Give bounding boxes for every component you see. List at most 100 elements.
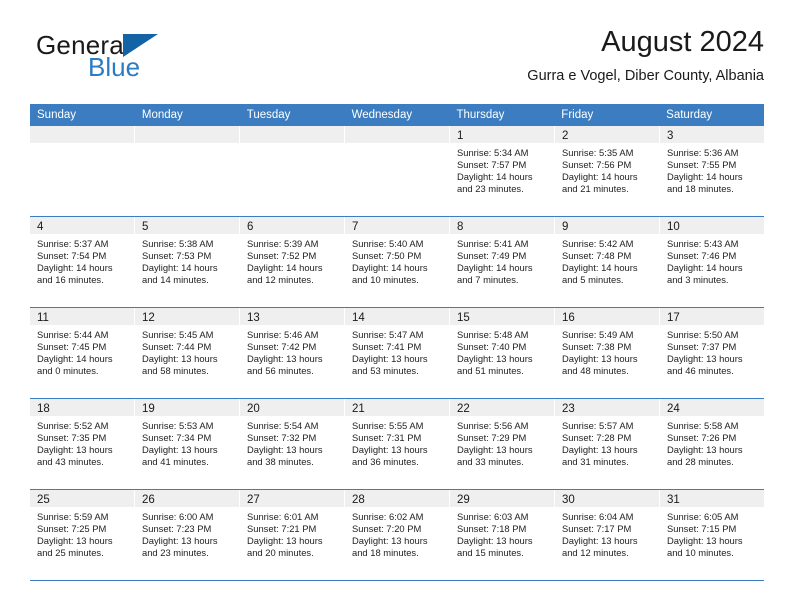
daylight-text-line2: and 3 minutes. [667, 274, 729, 286]
calendar-day-cell[interactable]: 7 Sunrise: 5:40 AM Sunset: 7:50 PM Daylight… [345, 217, 450, 307]
calendar-day-cell[interactable]: 20 Sunrise: 5:54 AM Sunset: 7:32 PM Dayligh… [240, 399, 345, 489]
calendar-day-cell[interactable]: 29 Sunrise: 6:03 AM Sunset: 7:18 PM Dayligh… [450, 490, 555, 580]
daylight-text-line1: Daylight: 13 hours [247, 535, 323, 547]
daylight-text-line1: Daylight: 14 hours [457, 171, 533, 183]
calendar-week-row: 1 Sunrise: 5:34 AM Sunset: 7:57 PM Daylight… [30, 126, 764, 216]
sunrise-text: Sunrise: 5:46 AM [247, 329, 319, 340]
daylight-text-line2: and 41 minutes. [142, 456, 209, 468]
sunset-text: Sunset: 7:38 PM [562, 341, 632, 353]
calendar-day-cell[interactable]: 30 Sunrise: 6:04 AM Sunset: 7:17 PM Dayligh… [555, 490, 660, 580]
daylight-text-line2: and 56 minutes. [247, 365, 314, 377]
calendar-day-cell[interactable]: 31 Sunrise: 6:05 AM Sunset: 7:15 PM Dayligh… [660, 490, 764, 580]
day-number: 26 [142, 494, 155, 506]
sunrise-text: Sunrise: 6:02 AM [352, 511, 424, 522]
daylight-text-line1: Daylight: 13 hours [667, 535, 743, 547]
day-sun-info: Sunrise: 5:45 AM Sunset: 7:44 PM Daylight:… [135, 326, 239, 377]
general-blue-logo[interactable]: General Blue [30, 28, 220, 90]
day-sun-info: Sunrise: 5:37 AM Sunset: 7:54 PM Daylight:… [30, 235, 134, 286]
sunrise-text: Sunrise: 5:50 AM [667, 329, 739, 340]
sunset-text: Sunset: 7:18 PM [457, 523, 527, 535]
day-number: 27 [247, 494, 260, 506]
daylight-text-line2: and 23 minutes. [142, 547, 209, 559]
sunrise-text: Sunrise: 6:00 AM [142, 511, 214, 522]
sunrise-text: Sunrise: 5:34 AM [457, 147, 529, 158]
daylight-text-line2: and 12 minutes. [247, 274, 314, 286]
sunset-text: Sunset: 7:17 PM [562, 523, 632, 535]
calendar-day-cell[interactable]: 9 Sunrise: 5:42 AM Sunset: 7:48 PM Daylight… [555, 217, 660, 307]
calendar-day-cell[interactable]: 26 Sunrise: 6:00 AM Sunset: 7:23 PM Dayligh… [135, 490, 240, 580]
calendar-day-cell[interactable]: 2 Sunrise: 5:35 AM Sunset: 7:56 PM Daylight… [555, 126, 660, 216]
day-sun-info: Sunrise: 5:35 AM Sunset: 7:56 PM Daylight:… [555, 144, 659, 195]
day-sun-info: Sunrise: 5:43 AM Sunset: 7:46 PM Daylight:… [660, 235, 764, 286]
calendar-day-cell[interactable]: 3 Sunrise: 5:36 AM Sunset: 7:55 PM Daylight… [660, 126, 764, 216]
calendar-day-cell[interactable]: 22 Sunrise: 5:56 AM Sunset: 7:29 PM Dayligh… [450, 399, 555, 489]
day-number-band: 19 [135, 399, 239, 417]
sunset-text: Sunset: 7:56 PM [562, 159, 632, 171]
calendar-day-cell[interactable]: 19 Sunrise: 5:53 AM Sunset: 7:34 PM Dayligh… [135, 399, 240, 489]
sunrise-text: Sunrise: 6:05 AM [667, 511, 739, 522]
calendar-day-cell[interactable]: 8 Sunrise: 5:41 AM Sunset: 7:49 PM Daylight… [450, 217, 555, 307]
calendar-day-cell[interactable]: 25 Sunrise: 5:59 AM Sunset: 7:25 PM Dayligh… [30, 490, 135, 580]
sunrise-text: Sunrise: 5:43 AM [667, 238, 739, 249]
sunrise-text: Sunrise: 5:47 AM [352, 329, 424, 340]
day-sun-info: Sunrise: 5:49 AM Sunset: 7:38 PM Daylight:… [555, 326, 659, 377]
calendar-day-cell[interactable]: 24 Sunrise: 5:58 AM Sunset: 7:26 PM Dayligh… [660, 399, 764, 489]
day-number-band: 17 [660, 308, 764, 326]
day-number: 12 [142, 312, 155, 324]
calendar-day-cell[interactable]: 16 Sunrise: 5:49 AM Sunset: 7:38 PM Dayligh… [555, 308, 660, 398]
calendar-day-cell[interactable]: 13 Sunrise: 5:46 AM Sunset: 7:42 PM Dayligh… [240, 308, 345, 398]
day-sun-info: Sunrise: 5:46 AM Sunset: 7:42 PM Daylight:… [240, 326, 344, 377]
day-number-band: 3 [660, 126, 764, 144]
day-number-band: 16 [555, 308, 659, 326]
day-number: 25 [37, 494, 50, 506]
calendar-day-cell[interactable]: 23 Sunrise: 5:57 AM Sunset: 7:28 PM Dayligh… [555, 399, 660, 489]
day-number-band: 29 [450, 490, 554, 508]
calendar-day-cell[interactable]: 17 Sunrise: 5:50 AM Sunset: 7:37 PM Dayligh… [660, 308, 764, 398]
page-title: August 2024 [601, 26, 764, 58]
calendar-day-cell[interactable]: 21 Sunrise: 5:55 AM Sunset: 7:31 PM Dayligh… [345, 399, 450, 489]
day-number: 11 [37, 312, 49, 324]
day-number: 21 [352, 403, 365, 415]
calendar-day-cell[interactable]: 10 Sunrise: 5:43 AM Sunset: 7:46 PM Dayligh… [660, 217, 764, 307]
sunset-text: Sunset: 7:57 PM [457, 159, 527, 171]
sunset-text: Sunset: 7:53 PM [142, 250, 212, 262]
sunset-text: Sunset: 7:41 PM [352, 341, 422, 353]
calendar-day-cell[interactable]: 1 Sunrise: 5:34 AM Sunset: 7:57 PM Daylight… [450, 126, 555, 216]
day-number: 5 [142, 221, 149, 233]
day-number-band: 23 [555, 399, 659, 417]
calendar-day-cell[interactable]: 14 Sunrise: 5:47 AM Sunset: 7:41 PM Dayligh… [345, 308, 450, 398]
day-number: 23 [562, 403, 575, 415]
sunrise-text: Sunrise: 5:41 AM [457, 238, 529, 249]
calendar-day-cell[interactable]: 27 Sunrise: 6:01 AM Sunset: 7:21 PM Dayligh… [240, 490, 345, 580]
daylight-text-line1: Daylight: 13 hours [37, 535, 113, 547]
day-number-band: 15 [450, 308, 554, 326]
calendar-day-cell[interactable]: 4 Sunrise: 5:37 AM Sunset: 7:54 PM Daylight… [30, 217, 135, 307]
sunset-text: Sunset: 7:40 PM [457, 341, 527, 353]
day-number-band: 6 [240, 217, 344, 235]
calendar-day-cell[interactable]: 6 Sunrise: 5:39 AM Sunset: 7:52 PM Daylight… [240, 217, 345, 307]
daylight-text-line2: and 15 minutes. [457, 547, 524, 559]
calendar-day-cell[interactable]: 12 Sunrise: 5:45 AM Sunset: 7:44 PM Dayligh… [135, 308, 240, 398]
daylight-text-line1: Daylight: 13 hours [562, 353, 638, 365]
daylight-text-line1: Daylight: 14 hours [37, 353, 113, 365]
calendar-day-cell[interactable]: 5 Sunrise: 5:38 AM Sunset: 7:53 PM Daylight… [135, 217, 240, 307]
calendar-day-cell[interactable]: 18 Sunrise: 5:52 AM Sunset: 7:35 PM Dayligh… [30, 399, 135, 489]
sunrise-text: Sunrise: 5:45 AM [142, 329, 214, 340]
sunrise-text: Sunrise: 5:48 AM [457, 329, 529, 340]
calendar-day-cell[interactable]: 11 Sunrise: 5:44 AM Sunset: 7:45 PM Dayligh… [30, 308, 135, 398]
sunrise-text: Sunrise: 5:37 AM [37, 238, 109, 249]
sunset-text: Sunset: 7:55 PM [667, 159, 737, 171]
sunset-text: Sunset: 7:20 PM [352, 523, 422, 535]
sunrise-text: Sunrise: 5:56 AM [457, 420, 529, 431]
day-number-band: 2 [555, 126, 659, 144]
calendar-day-cell[interactable]: 15 Sunrise: 5:48 AM Sunset: 7:40 PM Dayligh… [450, 308, 555, 398]
daylight-text-line1: Daylight: 13 hours [142, 353, 218, 365]
daylight-text-line1: Daylight: 14 hours [352, 262, 428, 274]
day-sun-info: Sunrise: 5:59 AM Sunset: 7:25 PM Daylight:… [30, 508, 134, 559]
day-number: 24 [667, 403, 680, 415]
calendar-day-cell[interactable]: 28 Sunrise: 6:02 AM Sunset: 7:20 PM Dayligh… [345, 490, 450, 580]
logo-text-blue: Blue [88, 52, 141, 82]
day-sun-info: Sunrise: 5:53 AM Sunset: 7:34 PM Daylight:… [135, 417, 239, 468]
sunrise-text: Sunrise: 5:35 AM [562, 147, 634, 158]
daylight-text-line1: Daylight: 14 hours [562, 262, 638, 274]
